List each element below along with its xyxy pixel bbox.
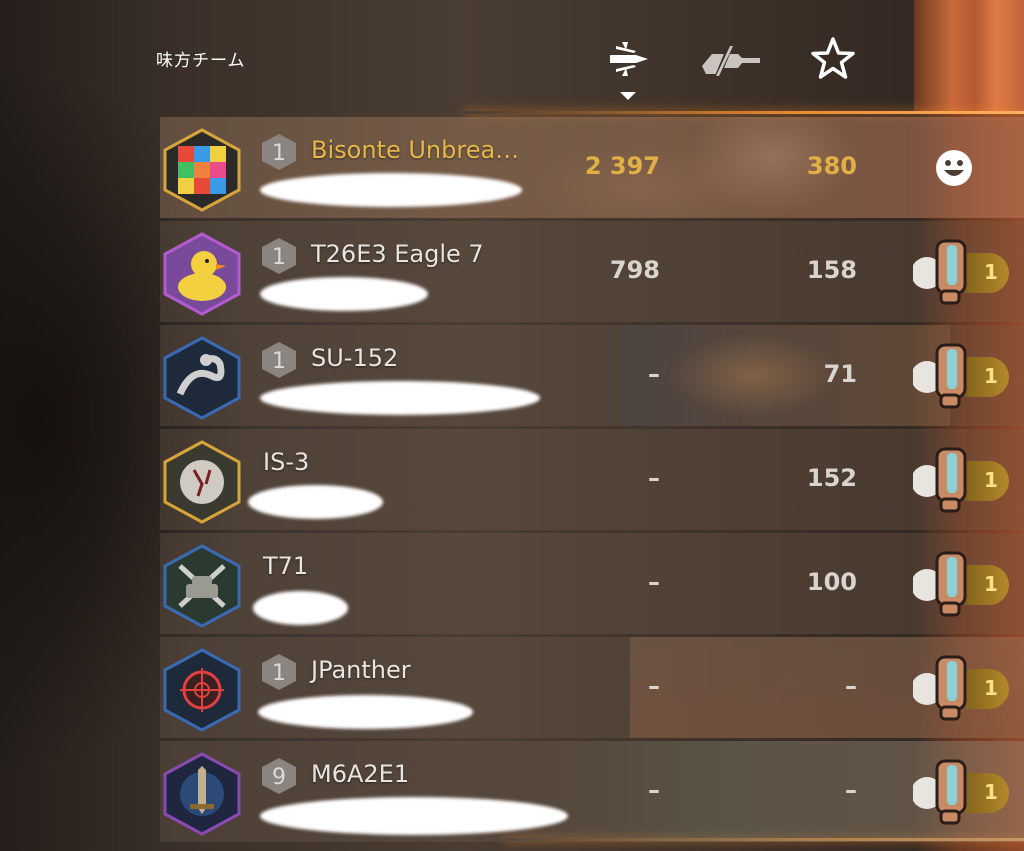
dislike-reaction[interactable]: 1	[913, 339, 1009, 411]
player-row[interactable]: 1 T26E3 Eagle 7 798 158 1	[160, 221, 1024, 322]
dislike-reaction[interactable]: 1	[913, 235, 1009, 307]
dislike-reaction[interactable]: 1	[913, 443, 1009, 515]
damage-value: –	[648, 672, 660, 700]
dislike-reaction[interactable]: 1	[913, 651, 1009, 723]
tier-badge: 1	[262, 134, 296, 170]
tank-name: M6A2E1	[311, 760, 410, 788]
tier-badge: 1	[262, 654, 296, 690]
rubiks-cube-avatar-icon	[163, 128, 241, 212]
redacted-player-name	[258, 695, 473, 729]
redacted-player-name	[260, 797, 568, 835]
sword-avatar-icon	[163, 752, 241, 836]
svg-text:9: 9	[272, 765, 286, 790]
thumbs-down-icon	[913, 655, 967, 721]
star-icon[interactable]	[810, 36, 856, 82]
damage-value: 798	[609, 256, 660, 284]
damage-value: 2 397	[584, 152, 660, 180]
svg-text:1: 1	[272, 349, 286, 374]
blocked-value: 152	[806, 464, 857, 492]
redacted-player-name	[260, 277, 428, 311]
cracked-ball-avatar-icon	[163, 440, 241, 524]
rubber-duck-avatar-icon	[163, 232, 241, 316]
dislike-reaction[interactable]: 1	[913, 547, 1009, 619]
blocked-damage-icon[interactable]	[698, 36, 764, 82]
blocked-value: 100	[806, 568, 857, 596]
sort-down-icon	[620, 92, 636, 100]
tank-name: T26E3 Eagle 7	[311, 240, 484, 268]
team-title: 味方チーム	[156, 51, 246, 71]
damage-value: –	[648, 776, 660, 804]
dislike-reaction[interactable]: 1	[913, 755, 1009, 827]
crossed-guns-tank-avatar-icon	[163, 544, 241, 628]
damage-value: –	[648, 464, 660, 492]
thumbs-down-icon	[913, 239, 967, 305]
target-scope-avatar-icon	[163, 648, 241, 732]
dislike-count: 1	[984, 572, 998, 596]
damage-value: –	[648, 360, 660, 388]
tank-name: JPanther	[311, 656, 411, 684]
right-glow-top-decoration	[914, 0, 1024, 112]
tier-badge: 9	[262, 758, 296, 794]
thumbs-down-icon	[913, 759, 967, 825]
player-row[interactable]: T71 – 100 1	[160, 533, 1024, 634]
dislike-count: 1	[984, 676, 998, 700]
svg-text:1: 1	[272, 141, 286, 166]
thumbs-down-icon	[913, 343, 967, 409]
player-row[interactable]: 1 SU-152 – 71 1	[160, 325, 1024, 426]
damage-shell-icon[interactable]	[606, 36, 652, 82]
player-list: 1 Bisonte Unbrea… 2 397 380 1 T26E3 Eagl…	[160, 117, 1024, 845]
player-row[interactable]: 1 JPanther – – 1	[160, 637, 1024, 738]
tank-name: IS-3	[263, 448, 310, 476]
svg-text:1: 1	[272, 245, 286, 270]
redacted-player-name	[260, 381, 540, 415]
player-row[interactable]: IS-3 – 152 1	[160, 429, 1024, 530]
player-row[interactable]: 9 M6A2E1 – – 1	[160, 741, 1024, 842]
dislike-count: 1	[984, 468, 998, 492]
damage-value: –	[648, 568, 660, 596]
orange-divider-top	[464, 111, 1024, 114]
tank-name: SU-152	[311, 344, 399, 372]
blocked-value: 71	[823, 360, 857, 388]
dislike-count: 1	[984, 364, 998, 388]
tier-badge: 1	[262, 238, 296, 274]
thumbs-down-icon	[913, 551, 967, 617]
thumbs-down-icon	[913, 447, 967, 513]
blocked-value: –	[845, 672, 857, 700]
redacted-player-name	[260, 173, 522, 207]
snake-avatar-icon	[163, 336, 241, 420]
dislike-count: 1	[984, 780, 998, 804]
tier-badge: 1	[262, 342, 296, 378]
smiley-icon[interactable]	[935, 149, 973, 187]
dislike-count: 1	[984, 260, 998, 284]
redacted-player-name	[253, 591, 348, 625]
svg-text:1: 1	[272, 661, 286, 686]
player-row[interactable]: 1 Bisonte Unbrea… 2 397 380	[160, 117, 1024, 218]
redacted-player-name	[248, 485, 383, 519]
tank-name: Bisonte Unbrea…	[311, 136, 520, 164]
blocked-value: –	[845, 776, 857, 804]
blocked-value: 380	[806, 152, 857, 180]
blocked-value: 158	[806, 256, 857, 284]
tank-name: T71	[263, 552, 309, 580]
